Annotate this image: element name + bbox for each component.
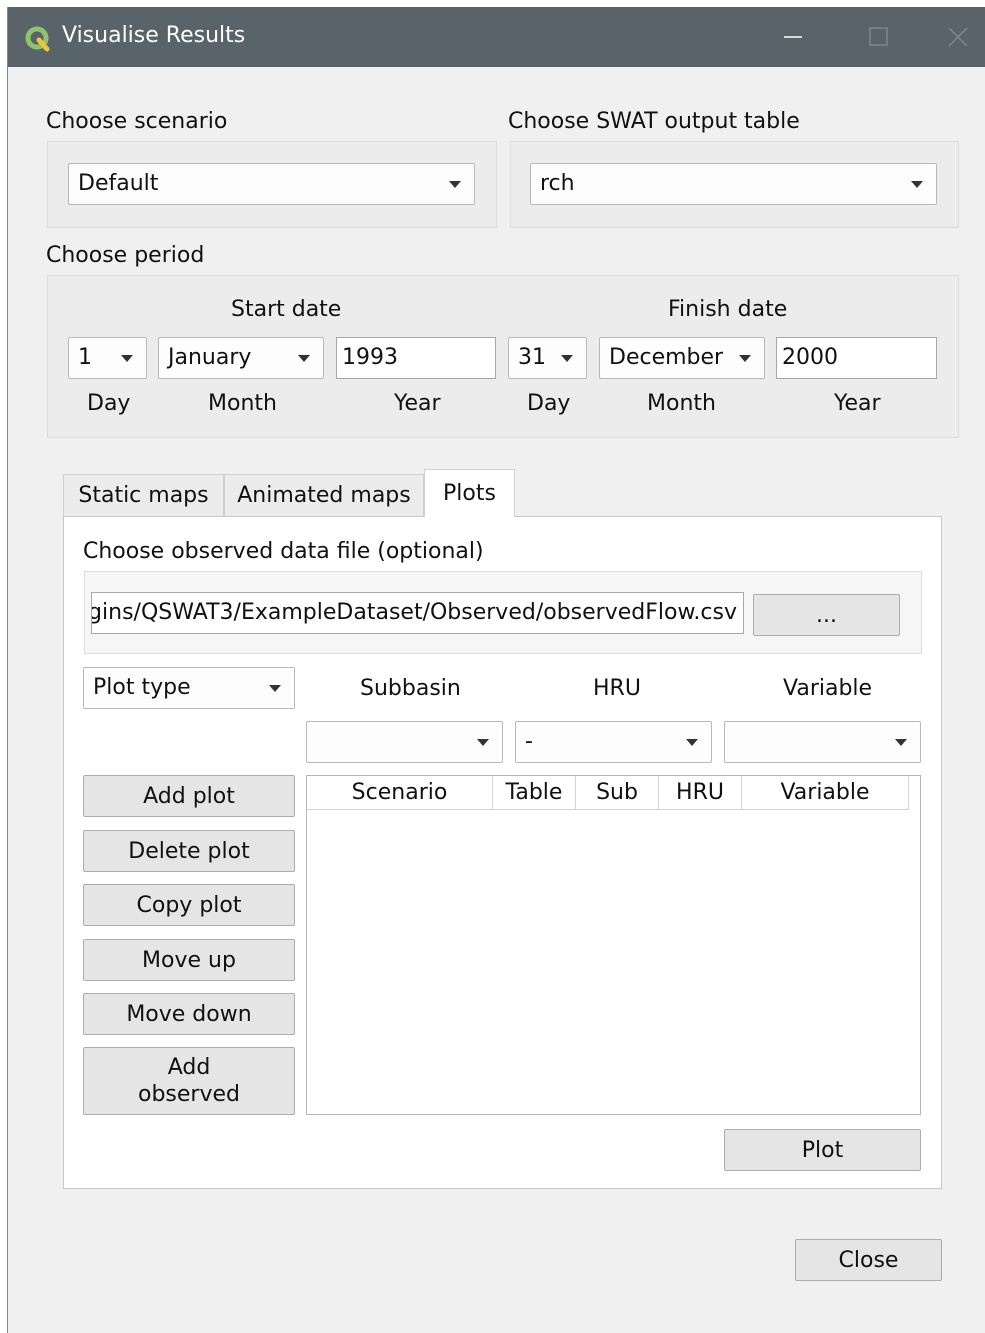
browse-button[interactable]: ... — [753, 594, 900, 636]
finish-month-combo[interactable]: December — [599, 337, 765, 379]
start-day-value: 1 — [78, 345, 92, 370]
delete-plot-button[interactable]: Delete plot — [83, 830, 295, 872]
chevron-down-icon — [477, 739, 489, 746]
tab-plots[interactable]: Plots — [424, 469, 515, 517]
column-header-sub[interactable]: Sub — [576, 776, 659, 810]
start-month-combo[interactable]: January — [158, 337, 324, 379]
chevron-down-icon — [561, 355, 573, 362]
period-group: Start date Finish date 1 January 1993 31… — [47, 275, 959, 438]
qgis-logo-icon — [25, 26, 50, 52]
start-day-combo[interactable]: 1 — [68, 337, 147, 379]
output-table-combo[interactable]: rch — [530, 163, 937, 205]
subbasin-combo[interactable] — [306, 721, 503, 763]
visualise-results-window: Visualise Results Choose scenario Defaul… — [7, 7, 985, 1333]
chevron-down-icon — [686, 739, 698, 746]
finish-year-value: 2000 — [782, 345, 838, 370]
column-header-scenario[interactable]: Scenario — [307, 776, 493, 810]
plot-button[interactable]: Plot — [724, 1129, 921, 1171]
column-header-table[interactable]: Table — [493, 776, 576, 810]
minimize-icon[interactable] — [773, 21, 813, 53]
chevron-down-icon — [895, 739, 907, 746]
choose-output-table-label: Choose SWAT output table — [508, 109, 800, 134]
chevron-down-icon — [739, 355, 751, 362]
move-down-button[interactable]: Move down — [83, 993, 295, 1035]
variable-label: Variable — [783, 676, 873, 701]
start-year-caption: Year — [394, 391, 441, 416]
finish-year-field[interactable]: 2000 — [776, 337, 937, 379]
chevron-down-icon — [269, 685, 281, 692]
observed-file-group: plugins/QSWAT3/ExampleDataset/Observed/o… — [84, 571, 922, 654]
start-year-field[interactable]: 1993 — [336, 337, 496, 379]
observed-file-path-value: plugins/QSWAT3/ExampleDataset/Observed/o… — [91, 600, 737, 625]
tab-static-maps[interactable]: Static maps — [63, 474, 224, 517]
window-title: Visualise Results — [62, 23, 246, 48]
plots-table[interactable]: Scenario Table Sub HRU Variable — [306, 775, 921, 1115]
start-month-caption: Month — [208, 391, 277, 416]
column-header-variable[interactable]: Variable — [742, 776, 909, 810]
maximize-icon[interactable] — [858, 21, 898, 53]
chevron-down-icon — [121, 355, 133, 362]
plot-type-combo[interactable]: Plot type — [83, 667, 295, 709]
finish-date-header: Finish date — [668, 297, 788, 322]
add-plot-button[interactable]: Add plot — [83, 775, 295, 817]
observed-file-label: Choose observed data file (optional) — [83, 539, 484, 564]
scenario-group: Default — [47, 141, 497, 228]
finish-day-value: 31 — [518, 345, 546, 370]
hru-combo[interactable]: - — [515, 721, 712, 763]
plot-type-value: Plot type — [93, 675, 191, 700]
hru-value: - — [525, 729, 533, 754]
chevron-down-icon — [911, 181, 923, 188]
finish-month-value: December — [609, 345, 724, 370]
start-year-value: 1993 — [342, 345, 398, 370]
close-icon[interactable] — [938, 21, 978, 53]
hru-label: HRU — [593, 676, 641, 701]
move-up-button[interactable]: Move up — [83, 939, 295, 981]
title-bar[interactable]: Visualise Results — [8, 7, 985, 67]
add-observed-button[interactable]: Add observed — [83, 1047, 295, 1115]
add-observed-line-2: observed — [138, 1082, 240, 1107]
variable-combo[interactable] — [724, 721, 921, 763]
finish-year-caption: Year — [834, 391, 881, 416]
add-observed-line-1: Add — [167, 1055, 211, 1080]
output-table-group: rch — [510, 141, 959, 228]
close-button[interactable]: Close — [795, 1239, 942, 1281]
tab-animated-maps[interactable]: Animated maps — [224, 474, 424, 517]
chevron-down-icon — [449, 181, 461, 188]
choose-scenario-label: Choose scenario — [46, 109, 228, 134]
subbasin-label: Subbasin — [360, 676, 461, 701]
start-month-value: January — [168, 345, 252, 370]
finish-month-caption: Month — [647, 391, 716, 416]
scenario-combo[interactable]: Default — [68, 163, 475, 205]
chevron-down-icon — [298, 355, 310, 362]
observed-file-path-field[interactable]: plugins/QSWAT3/ExampleDataset/Observed/o… — [91, 592, 744, 634]
output-table-value: rch — [540, 171, 575, 196]
finish-day-caption: Day — [527, 391, 571, 416]
start-day-caption: Day — [87, 391, 131, 416]
scenario-value: Default — [78, 171, 159, 196]
copy-plot-button[interactable]: Copy plot — [83, 884, 295, 926]
start-date-header: Start date — [231, 297, 342, 322]
finish-day-combo[interactable]: 31 — [508, 337, 587, 379]
choose-period-label: Choose period — [46, 243, 205, 268]
column-header-hru[interactable]: HRU — [659, 776, 742, 810]
